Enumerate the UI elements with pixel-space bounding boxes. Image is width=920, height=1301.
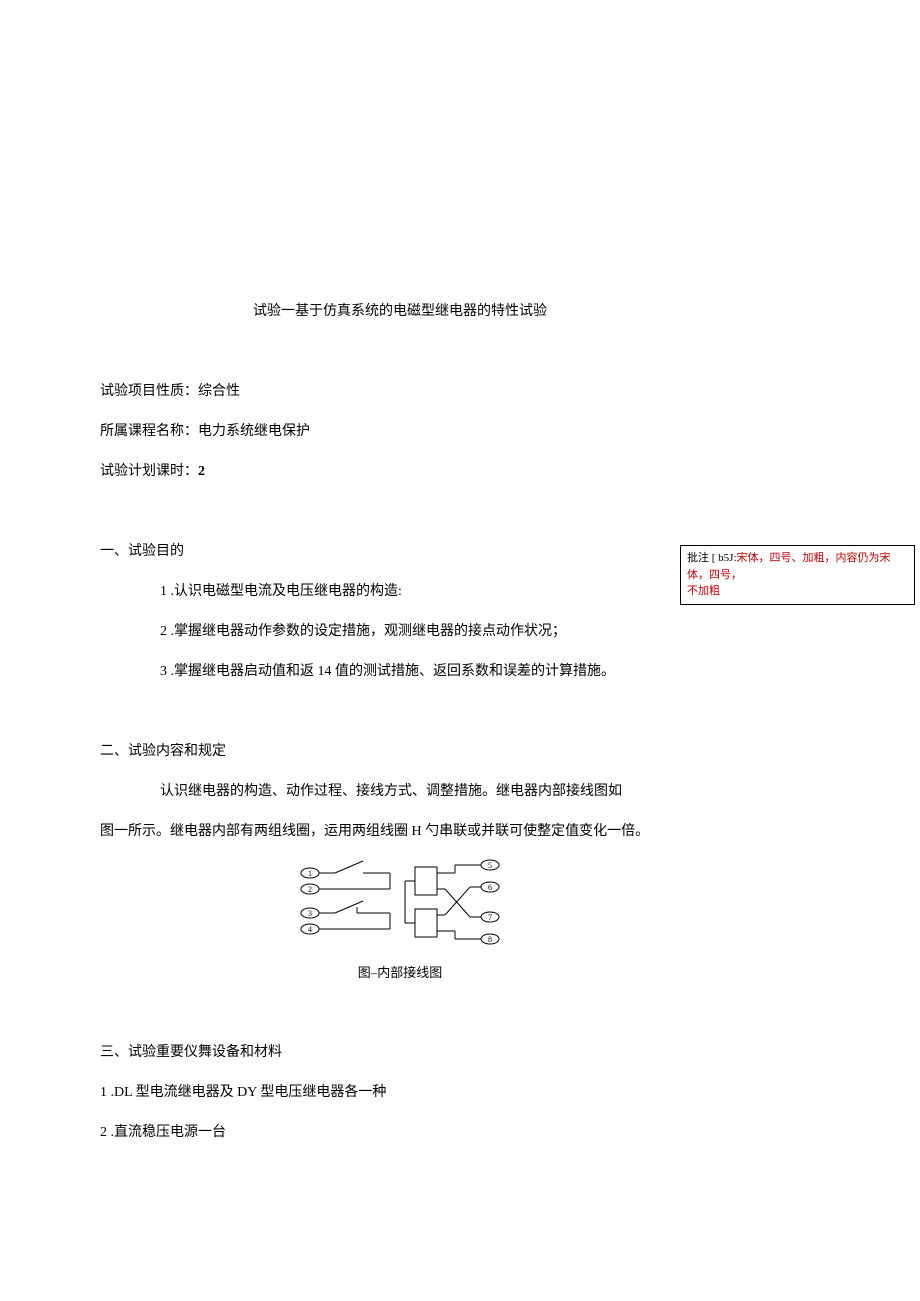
meta-course-label: 所属课程名称： — [100, 424, 198, 439]
document-title: 试验一基于仿真系统的电磁型继电器的特性试验 — [100, 300, 700, 320]
annotation-content2: 不加粗 — [687, 585, 720, 597]
meta-nature-label: 试验项目性质： — [100, 384, 198, 399]
wiring-diagram: 1 2 3 4 5 6 7 8 — [100, 855, 700, 981]
section1-item3: 3 .掌握继电器启动值和返 14 值的测试措施、返回系数和误差的计算措施。 — [160, 660, 700, 680]
section2-para1: 认识继电器的构造、动作过程、接线方式、调整措施。继电器内部接线图如 — [160, 780, 700, 800]
section1-heading: 一、试验目的 — [100, 540, 700, 560]
svg-text:1: 1 — [308, 869, 312, 878]
meta-nature-value: 综合性 — [198, 384, 240, 399]
section2-para2: 图一所示。继电器内部有两组线圈，运用两组线圈 H 勺串联或并联可使整定值变化一倍… — [100, 820, 700, 840]
annotation-prefix: 批注 [ b5J: — [687, 552, 737, 564]
svg-text:2: 2 — [308, 885, 312, 894]
meta-hours-label: 试验计划课时： — [100, 464, 198, 479]
section3-item1: 1 .DL 型电流继电器及 DY 型电压继电器各一种 — [100, 1081, 700, 1101]
section1-item1: 1 .认识电磁型电流及电压继电器的构造: — [160, 580, 700, 600]
section3-heading: 三、试验重要仪舞设备和材料 — [100, 1041, 700, 1061]
svg-text:7: 7 — [488, 913, 492, 922]
comment-annotation: 批注 [ b5J:宋体，四号、加粗，内容仍为宋体，四号， 不加粗 — [680, 545, 915, 605]
meta-course-value: 电力系统继电保护 — [198, 424, 310, 439]
meta-hours: 试验计划课时：2 — [100, 460, 700, 480]
svg-text:6: 6 — [488, 883, 492, 892]
meta-course: 所属课程名称：电力系统继电保护 — [100, 420, 700, 440]
svg-text:3: 3 — [308, 909, 312, 918]
diagram-caption: 图–内部接线图 — [100, 962, 700, 981]
wiring-diagram-svg: 1 2 3 4 5 6 7 8 — [285, 855, 515, 955]
section3-item2: 2 .直流稳压电源一台 — [100, 1121, 700, 1141]
svg-text:8: 8 — [488, 935, 492, 944]
svg-text:5: 5 — [488, 861, 492, 870]
svg-text:4: 4 — [308, 925, 312, 934]
section1-item2: 2 .掌握继电器动作参数的设定措施，观测继电器的接点动作状况； — [160, 620, 700, 640]
meta-nature: 试验项目性质：综合性 — [100, 380, 700, 400]
section2-heading: 二、试验内容和规定 — [100, 740, 700, 760]
meta-hours-value: 2 — [198, 464, 205, 479]
